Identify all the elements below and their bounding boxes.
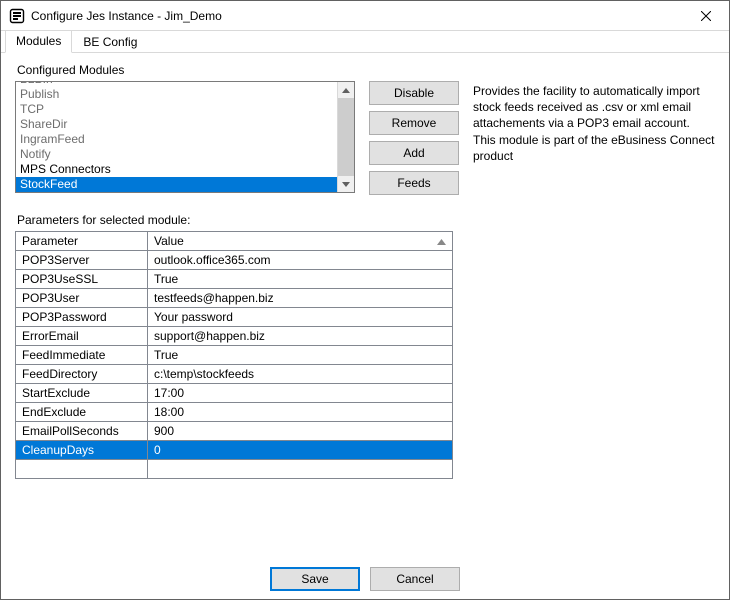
footer: Save Cancel	[1, 559, 729, 599]
table-row[interactable]: FeedImmediateTrue	[16, 346, 453, 365]
param-name-cell: EndExclude	[16, 403, 148, 422]
scroll-thumb[interactable]	[338, 98, 354, 176]
feeds-button[interactable]: Feeds	[369, 171, 459, 195]
parameters-label: Parameters for selected module:	[17, 213, 715, 227]
param-name-cell: POP3Server	[16, 251, 148, 270]
module-item[interactable]: StockFeed	[16, 177, 337, 192]
param-name-cell: StartExclude	[16, 384, 148, 403]
configured-modules-label: Configured Modules	[17, 63, 715, 77]
sort-asc-icon	[437, 234, 446, 248]
param-value-cell[interactable]: 0	[148, 441, 453, 460]
param-name-cell: POP3User	[16, 289, 148, 308]
close-button[interactable]	[683, 1, 729, 31]
param-name-cell: CleanupDays	[16, 441, 148, 460]
table-row	[16, 460, 453, 479]
table-row[interactable]: CleanupDays0	[16, 441, 453, 460]
save-button[interactable]: Save	[270, 567, 360, 591]
tab-be-config[interactable]: BE Config	[72, 31, 148, 53]
tab-bar: Modules BE Config	[1, 31, 729, 53]
tab-modules[interactable]: Modules	[5, 30, 72, 53]
table-row[interactable]: POP3UseSSLTrue	[16, 270, 453, 289]
col-value-label: Value	[154, 234, 184, 248]
param-value-cell[interactable]: True	[148, 346, 453, 365]
table-row[interactable]: EndExclude18:00	[16, 403, 453, 422]
window-title: Configure Jes Instance - Jim_Demo	[31, 9, 683, 23]
disable-button[interactable]: Disable	[369, 81, 459, 105]
param-name-cell: FeedDirectory	[16, 365, 148, 384]
table-row[interactable]: FeedDirectoryc:\temp\stockfeeds	[16, 365, 453, 384]
col-parameter[interactable]: Parameter	[16, 232, 148, 251]
col-value[interactable]: Value	[148, 232, 453, 251]
param-name-cell: POP3Password	[16, 308, 148, 327]
table-row[interactable]: POP3Usertestfeeds@happen.biz	[16, 289, 453, 308]
table-row[interactable]: EmailPollSeconds900	[16, 422, 453, 441]
param-value-cell[interactable]: 17:00	[148, 384, 453, 403]
modules-scrollbar[interactable]	[337, 82, 354, 192]
module-item[interactable]: Notify	[16, 147, 337, 162]
param-value-cell[interactable]: 18:00	[148, 403, 453, 422]
add-button[interactable]: Add	[369, 141, 459, 165]
param-value-cell[interactable]: support@happen.biz	[148, 327, 453, 346]
param-value-cell[interactable]: Your password	[148, 308, 453, 327]
table-row[interactable]: POP3Serveroutlook.office365.com	[16, 251, 453, 270]
module-actions: Disable Remove Add Feeds	[369, 81, 459, 195]
module-item[interactable]: ShareDir	[16, 117, 337, 132]
param-value-cell[interactable]: True	[148, 270, 453, 289]
scroll-down-icon[interactable]	[338, 176, 354, 192]
param-value-cell[interactable]: outlook.office365.com	[148, 251, 453, 270]
module-item[interactable]: Publish	[16, 87, 337, 102]
module-item[interactable]: TCP	[16, 102, 337, 117]
app-icon	[9, 8, 25, 24]
body: Configured Modules CloudServicesB2BInPub…	[1, 53, 729, 559]
scroll-up-icon[interactable]	[338, 82, 354, 98]
param-value-cell[interactable]: c:\temp\stockfeeds	[148, 365, 453, 384]
module-description: Provides the facility to automatically i…	[473, 81, 715, 195]
window: Configure Jes Instance - Jim_Demo Module…	[0, 0, 730, 600]
param-value-cell[interactable]: testfeeds@happen.biz	[148, 289, 453, 308]
remove-button[interactable]: Remove	[369, 111, 459, 135]
parameters-table[interactable]: Parameter Value POP3Serveroutlook.office…	[15, 231, 453, 479]
parameters-section: Parameters for selected module: Paramete…	[15, 209, 715, 479]
modules-listbox[interactable]: CloudServicesB2BInPublishTCPShareDirIngr…	[15, 81, 355, 193]
param-value-cell[interactable]: 900	[148, 422, 453, 441]
titlebar: Configure Jes Instance - Jim_Demo	[1, 1, 729, 31]
table-row[interactable]: POP3PasswordYour password	[16, 308, 453, 327]
table-row[interactable]: StartExclude17:00	[16, 384, 453, 403]
top-row: CloudServicesB2BInPublishTCPShareDirIngr…	[15, 81, 715, 195]
module-item[interactable]: IngramFeed	[16, 132, 337, 147]
param-name-cell: ErrorEmail	[16, 327, 148, 346]
cancel-button[interactable]: Cancel	[370, 567, 460, 591]
module-item[interactable]: MPS Connectors	[16, 162, 337, 177]
param-name-cell: EmailPollSeconds	[16, 422, 148, 441]
param-name-cell: FeedImmediate	[16, 346, 148, 365]
table-row[interactable]: ErrorEmailsupport@happen.biz	[16, 327, 453, 346]
param-name-cell: POP3UseSSL	[16, 270, 148, 289]
